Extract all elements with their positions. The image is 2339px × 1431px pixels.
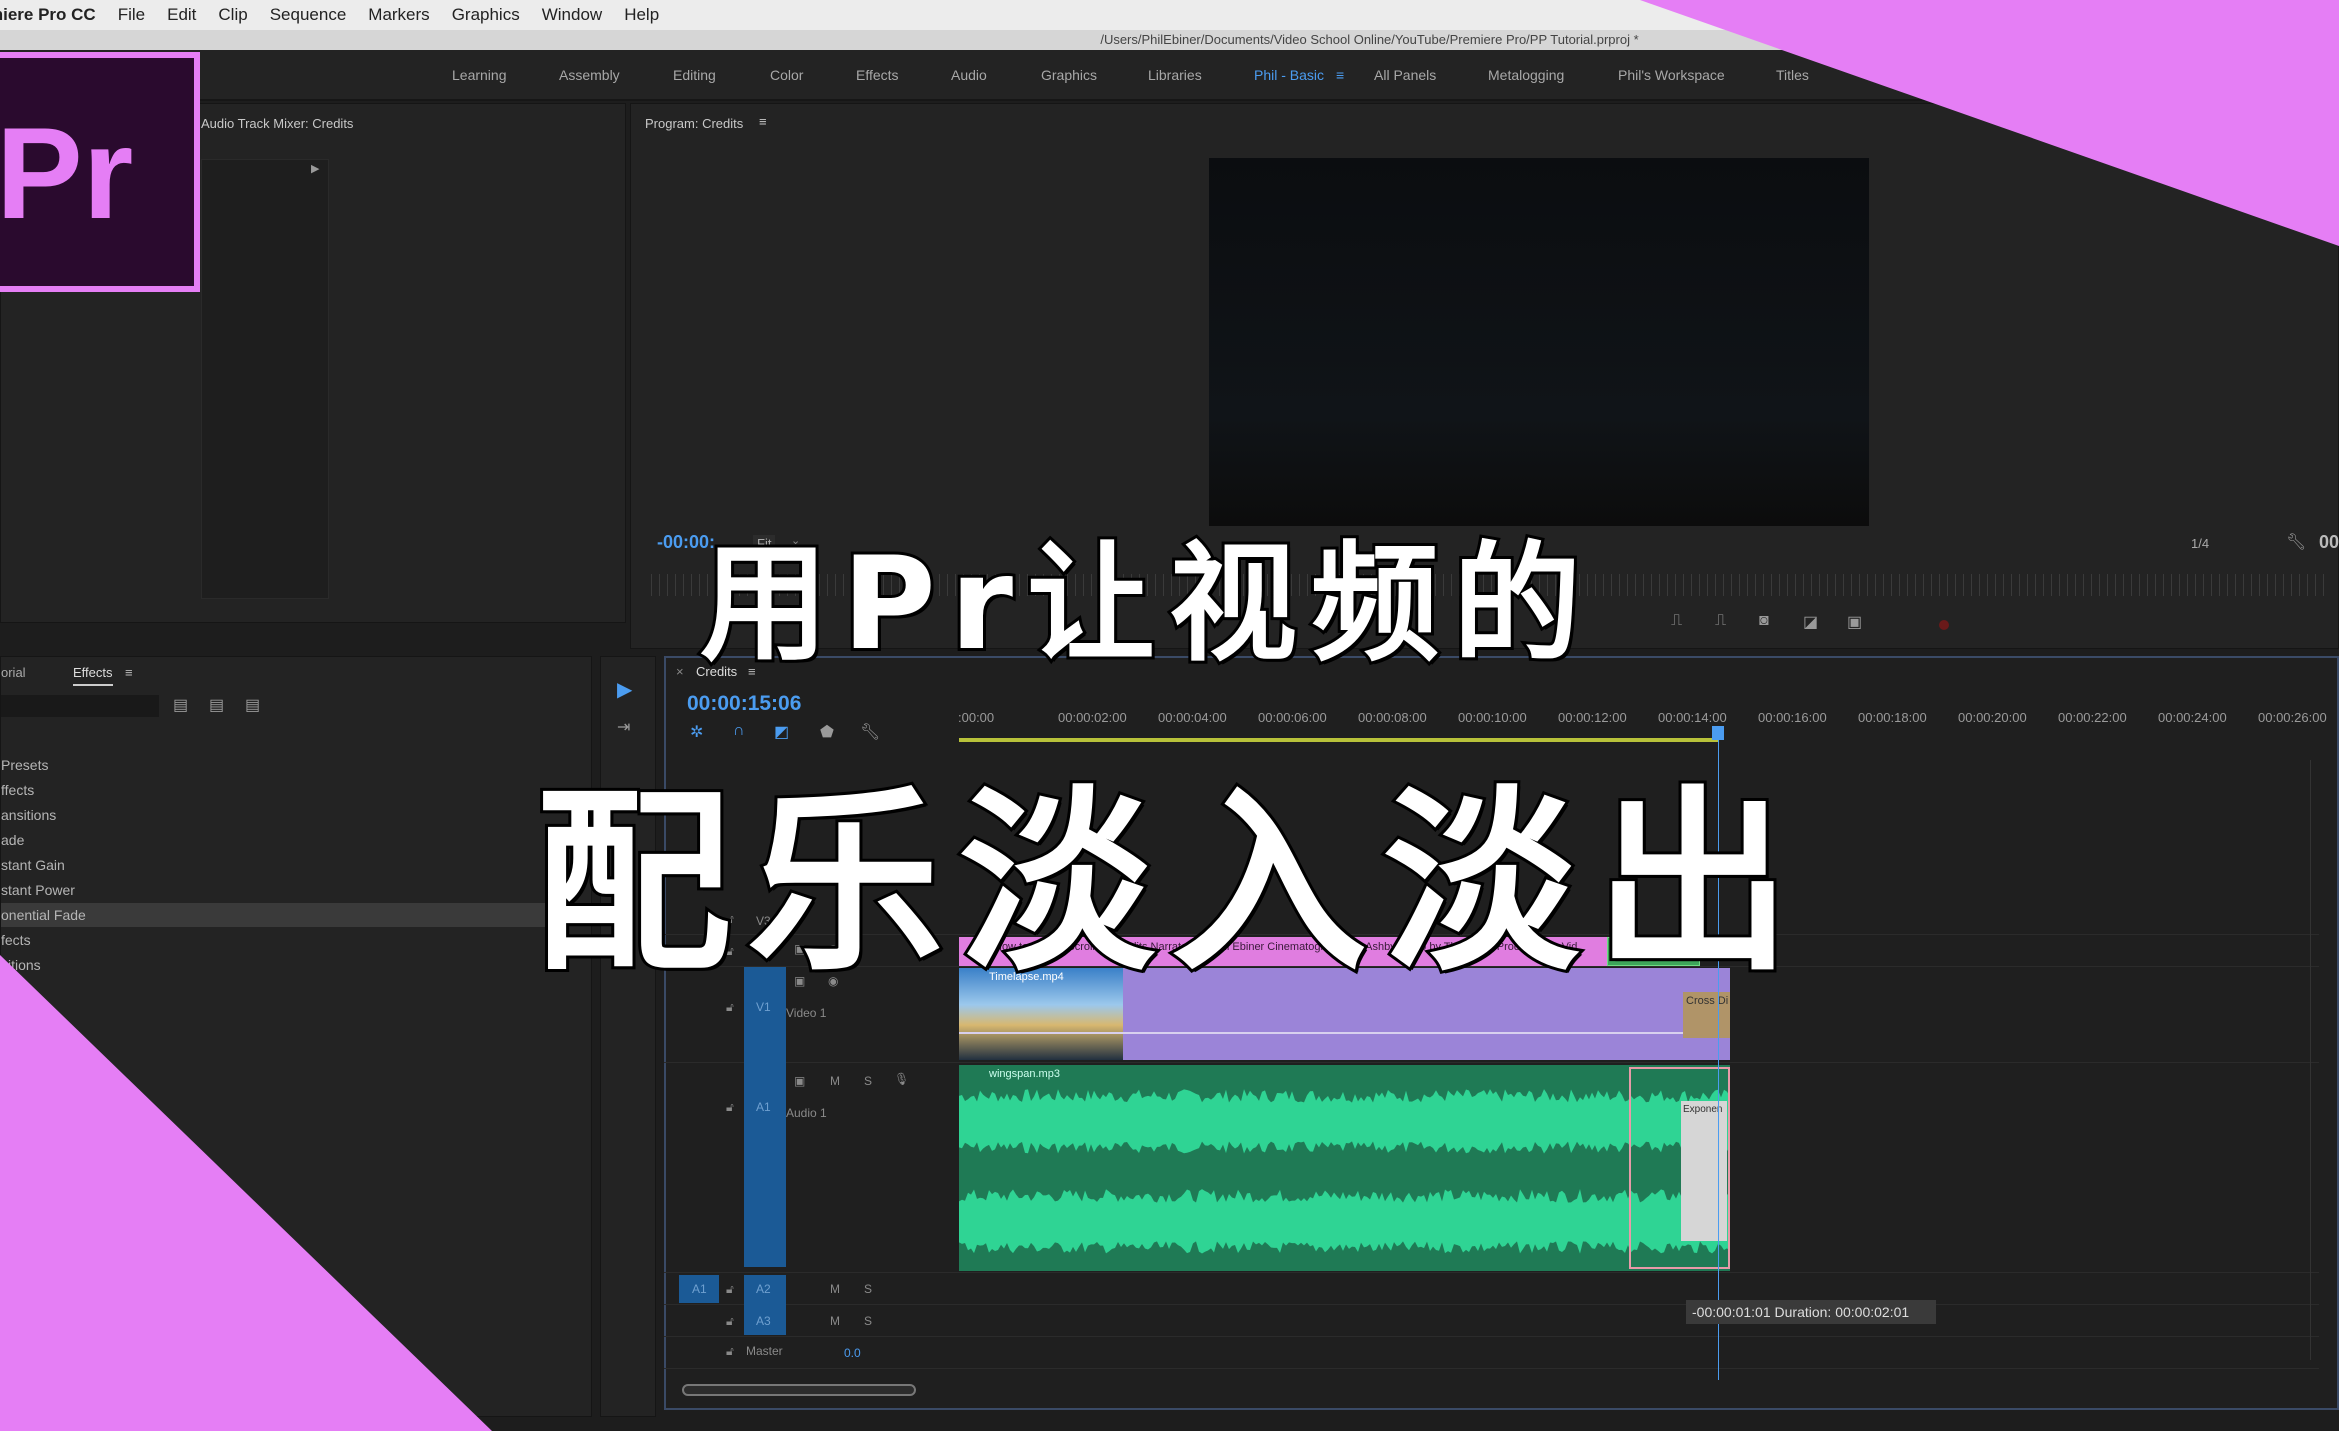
pink-corner-bottom-left — [0, 955, 492, 1431]
overlay-title-line2: 配乐淡入淡出 — [532, 767, 1808, 1001]
decorative-overlay — [0, 0, 2339, 1431]
pink-corner-top-right — [1640, 0, 2339, 246]
overlay-title-line1: 用Pr让视频的 — [697, 527, 1595, 682]
